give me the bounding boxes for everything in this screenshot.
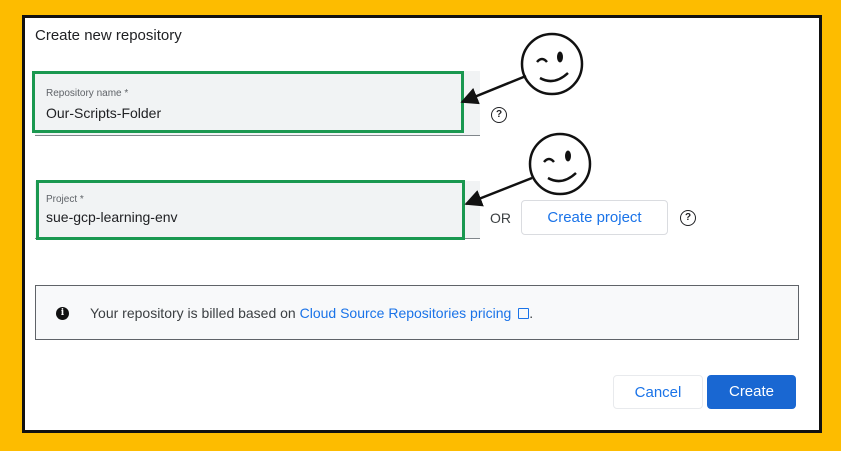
wink-smiley-icon: [528, 132, 592, 196]
wink-smiley-icon: [520, 32, 584, 96]
annotation-overlay: [460, 32, 592, 207]
arrow-icon: [464, 176, 533, 207]
create-repository-dialog: Create new repository Repository name * …: [22, 15, 822, 433]
arrow-icon: [460, 74, 527, 105]
